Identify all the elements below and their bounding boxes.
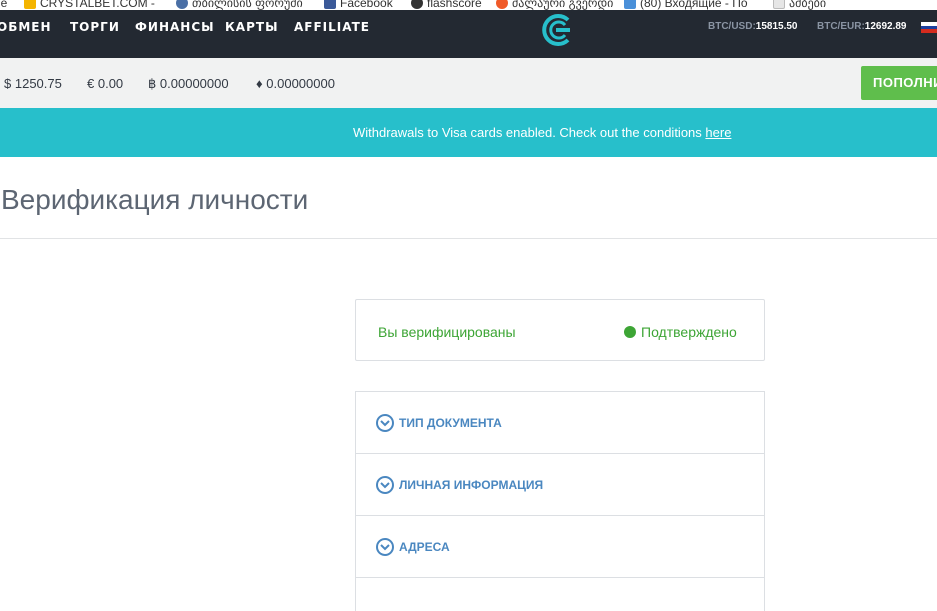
chevron-down-circle-icon	[376, 413, 394, 432]
rate-key: BTC/EUR:	[817, 21, 865, 32]
nav-item-trading[interactable]: ТОРГИ	[70, 20, 120, 34]
verification-sections: ТИП ДОКУМЕНТА ЛИЧНАЯ ИНФОРМАЦИЯ АДРЕСА	[355, 391, 765, 611]
balance-value: 0.00000000	[266, 76, 335, 91]
section-label: ТИП ДОКУМЕНТА	[399, 415, 502, 430]
bookmark-icon	[773, 0, 785, 9]
cex-logo-icon[interactable]	[541, 14, 579, 46]
balance-usd: $ 1250.75	[4, 76, 62, 91]
balance-btc: ฿ 0.00000000	[148, 76, 229, 92]
bookmark-label: le	[0, 0, 8, 10]
section-addresses[interactable]: АДРЕСА	[356, 516, 764, 578]
status-dot-icon	[624, 326, 636, 338]
rate-key: BTC/USD:	[708, 21, 756, 32]
bookmark-label: ამბები	[789, 0, 827, 10]
verification-status-card: Вы верифицированы Подтверждено	[355, 299, 765, 361]
currency-symbol: €	[87, 76, 95, 91]
nav-item-finance[interactable]: ФИНАНСЫ	[135, 20, 215, 34]
bookmark-item[interactable]: (80) Входящие - По	[624, 0, 748, 10]
status-badge: Подтверждено	[624, 324, 737, 340]
bookmark-icon	[411, 0, 423, 9]
rate-btc-eur: BTC/EUR:12692.89	[817, 21, 907, 32]
section-document-type[interactable]: ТИП ДОКУМЕНТА	[356, 392, 764, 454]
notice-message: Withdrawals to Visa cards enabled. Check…	[353, 125, 706, 140]
rate-value: 15815.50	[755, 21, 798, 32]
currency-symbol: ฿	[148, 76, 157, 91]
divider	[0, 238, 937, 239]
chevron-down-circle-icon	[376, 475, 394, 494]
facebook-icon	[324, 0, 336, 9]
bookmark-label: CRYSTALBET.COM -	[40, 0, 155, 10]
balance-value: 0.00000000	[159, 76, 229, 91]
bookmark-item[interactable]: CRYSTALBET.COM -	[24, 0, 155, 10]
rate-btc-usd: BTC/USD:15815.50	[708, 21, 798, 32]
bookmark-item[interactable]: flashscore	[411, 0, 482, 10]
balance-value: 0.00	[97, 76, 124, 91]
section-personal-info[interactable]: ЛИЧНАЯ ИНФОРМАЦИЯ	[356, 454, 764, 516]
nav-item-cards[interactable]: КАРТЫ	[225, 20, 279, 34]
bookmark-label: თბილისის ფორუმი	[192, 0, 303, 10]
bookmarks-bar: le CRYSTALBET.COM - თბილისის ფორუმი Face…	[0, 0, 937, 10]
balance-eth: ♦ 0.00000000	[256, 76, 335, 91]
bookmark-item[interactable]: ამბები	[773, 0, 826, 10]
bookmark-label: Facebook	[340, 0, 393, 10]
bookmark-item[interactable]: le	[0, 0, 7, 10]
status-text: Подтверждено	[641, 324, 737, 340]
balance-bar: $ 1250.75 € 0.00 ฿ 0.00000000 ♦ 0.000000…	[0, 58, 937, 108]
mail-icon	[624, 0, 636, 9]
top-up-button[interactable]: ПОПОЛНИ	[861, 66, 937, 100]
bookmark-item[interactable]: ძალაური გვერდი	[496, 0, 613, 10]
section-label: ЛИЧНАЯ ИНФОРМАЦИЯ	[399, 477, 544, 492]
section-label: АДРЕСА	[399, 539, 450, 554]
top-navigation: ОБМЕН ТОРГИ ФИНАНСЫ КАРТЫ AFFILIATE BTC/…	[0, 10, 937, 58]
bookmark-label: flashscore	[427, 0, 482, 10]
notice-banner: Withdrawals to Visa cards enabled. Check…	[0, 108, 937, 157]
notice-link[interactable]: here	[705, 125, 731, 140]
bookmark-icon	[496, 0, 508, 9]
rate-value: 12692.89	[864, 21, 907, 32]
bookmark-item[interactable]: თბილისის ფორუმი	[176, 0, 303, 10]
bookmark-icon	[24, 0, 36, 9]
russia-flag-icon[interactable]	[921, 22, 937, 33]
chevron-down-circle-icon	[376, 537, 394, 556]
bookmark-icon	[176, 0, 188, 9]
nav-item-affiliate[interactable]: AFFILIATE	[294, 20, 370, 34]
balance-eur: € 0.00	[87, 76, 123, 91]
bookmark-item[interactable]: Facebook	[324, 0, 393, 10]
verification-message: Вы верифицированы	[378, 324, 516, 340]
notice-text: Withdrawals to Visa cards enabled. Check…	[353, 108, 731, 157]
bookmark-label: (80) Входящие - По	[640, 0, 748, 10]
page-title: Верификация личности	[1, 184, 309, 215]
balance-value: 1250.75	[14, 76, 62, 91]
currency-symbol: $	[4, 76, 12, 91]
currency-symbol: ♦	[256, 76, 263, 91]
bookmark-label: ძალაური გვერდი	[512, 0, 614, 10]
nav-item-exchange[interactable]: ОБМЕН	[0, 20, 52, 34]
